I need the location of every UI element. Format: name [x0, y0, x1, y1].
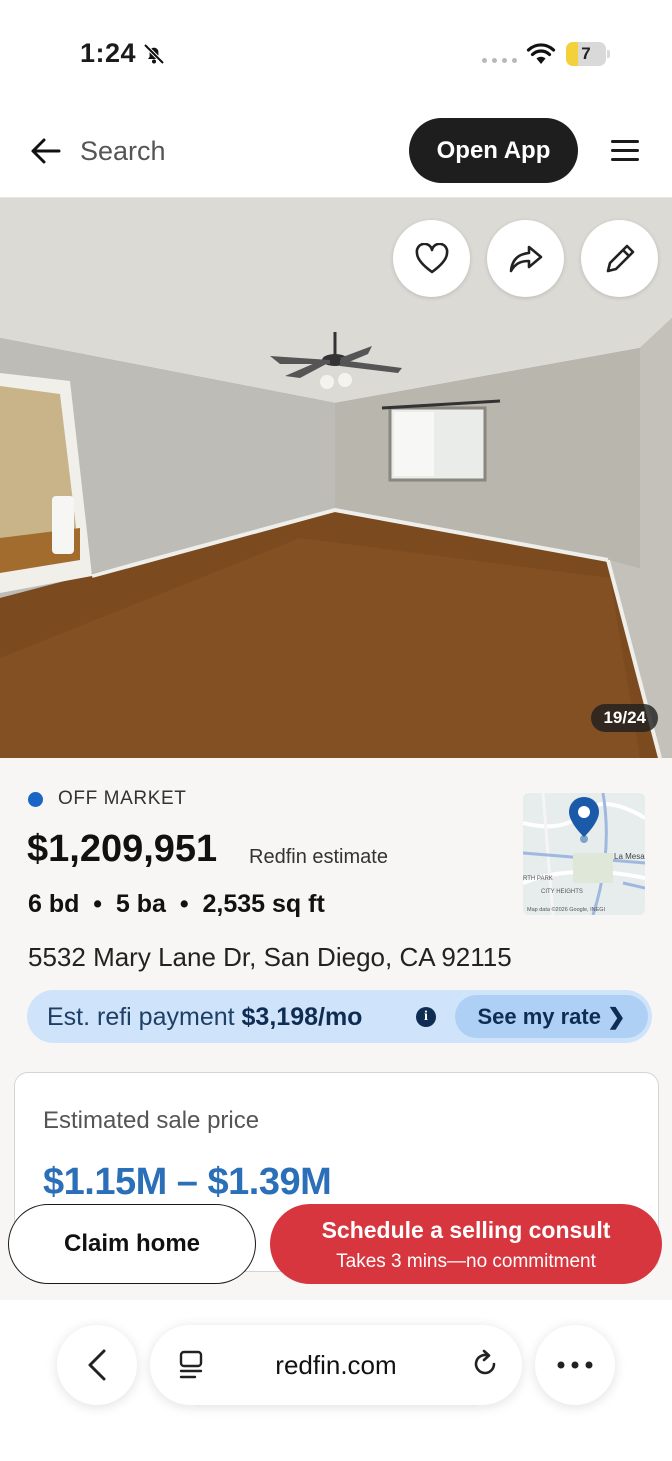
status-bar: 1:24 7	[0, 0, 672, 100]
status-text: OFF MARKET	[58, 788, 187, 809]
battery-indicator: 7	[566, 42, 610, 66]
sale-label: Estimated sale price	[43, 1107, 260, 1134]
sale-range: $1.15M – $1.39M	[43, 1161, 332, 1203]
cellular-signal-icon	[482, 58, 517, 63]
price-label: Redfin estimate	[249, 846, 388, 868]
edit-button[interactable]	[581, 220, 658, 297]
back-arrow-icon[interactable]	[30, 137, 62, 165]
favorite-button[interactable]	[393, 220, 470, 297]
open-app-button[interactable]: Open App	[409, 118, 578, 183]
address-bar[interactable]: redfin.com	[150, 1325, 522, 1405]
status-time: 1:24	[80, 38, 137, 68]
info-icon[interactable]: i	[416, 1007, 436, 1027]
listing-photo[interactable]: 19/24	[0, 198, 672, 758]
ellipsis-icon	[557, 1361, 593, 1369]
refi-payment-banner[interactable]: Est. refi payment $3,198/mo i See my rat…	[27, 990, 652, 1043]
see-my-rate-button[interactable]: See my rate ❯	[455, 995, 648, 1038]
refi-amount: $3,198/mo	[241, 1003, 363, 1031]
browser-toolbar: redfin.com	[0, 1300, 672, 1461]
consult-subtitle: Takes 3 mins—no commitment	[336, 1251, 596, 1272]
site-header: Search Open App	[0, 104, 672, 198]
status-dot-icon	[28, 791, 43, 807]
search-link[interactable]: Search	[80, 136, 166, 167]
wifi-icon	[526, 43, 556, 64]
bell-slash-icon	[143, 43, 165, 65]
consult-title: Schedule a selling consult	[321, 1217, 611, 1243]
reload-icon[interactable]	[470, 1349, 500, 1379]
price: $1,209,951	[27, 828, 218, 870]
map-label-city: La Mesa	[614, 852, 645, 861]
share-arrow-icon	[509, 245, 542, 272]
map-image: La Mesa CITY HEIGHTS RTH PARK Map data ©…	[523, 793, 645, 915]
listing-status: OFF MARKET	[28, 788, 186, 810]
map-thumbnail[interactable]: La Mesa CITY HEIGHTS RTH PARK Map data ©…	[523, 793, 645, 915]
map-credit: Map data ©2026 Google, INEGI	[527, 906, 606, 913]
map-label-heights: CITY HEIGHTS	[541, 889, 583, 895]
map-label-park: RTH PARK	[523, 876, 553, 882]
browser-more-button[interactable]	[535, 1325, 615, 1405]
browser-back-button[interactable]	[57, 1325, 137, 1405]
battery-level: 7	[581, 44, 591, 63]
schedule-consult-button[interactable]: Schedule a selling consult Takes 3 mins—…	[270, 1204, 662, 1284]
address: 5532 Mary Lane Dr, San Diego, CA 92115	[28, 942, 512, 972]
hamburger-menu-icon[interactable]	[611, 140, 639, 164]
claim-home-button[interactable]: Claim home	[8, 1204, 256, 1284]
room-photo-image	[0, 198, 672, 758]
photo-counter: 19/24	[591, 704, 658, 732]
pencil-icon	[606, 244, 634, 272]
heart-icon	[415, 242, 448, 273]
url-text: redfin.com	[275, 1350, 397, 1380]
chevron-left-icon	[88, 1349, 106, 1381]
home-stats: 6 bd • 5 ba • 2,535 sq ft	[28, 890, 325, 918]
refi-text: Est. refi payment $3,198/mo	[47, 1003, 363, 1031]
share-button[interactable]	[487, 220, 564, 297]
